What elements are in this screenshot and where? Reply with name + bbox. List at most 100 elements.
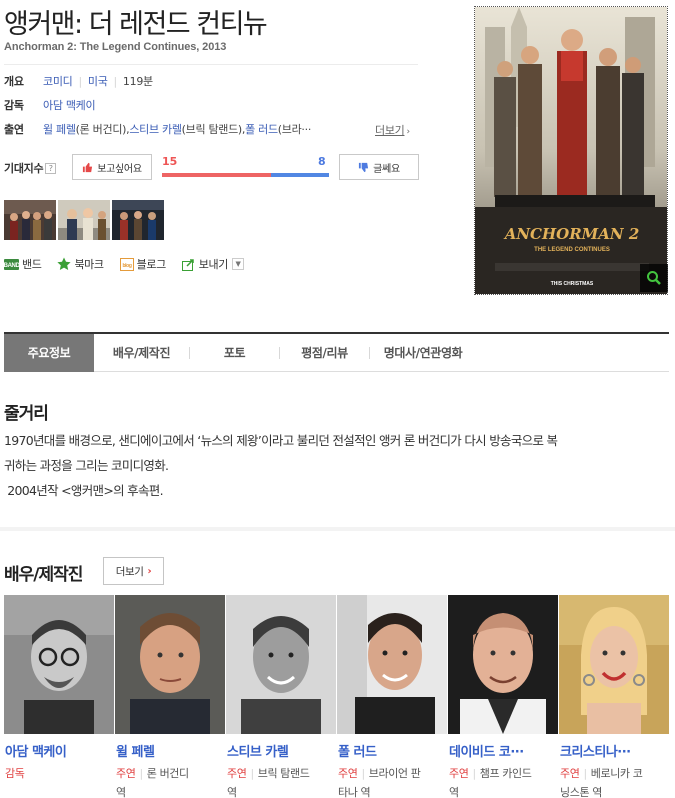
synopsis-heading: 줄거리 xyxy=(4,404,49,424)
send-label: 보내기 xyxy=(198,258,229,271)
separator: | xyxy=(78,74,82,88)
person-photo[interactable] xyxy=(448,595,558,734)
tab-main-info[interactable]: 주요정보 xyxy=(4,333,94,372)
want-count: 15 xyxy=(162,155,178,168)
character-suffix: 역 xyxy=(449,786,459,798)
expectation-bar xyxy=(162,173,329,177)
star-icon xyxy=(57,257,72,270)
poster-release: THIS CHRISTMAS xyxy=(551,281,594,287)
bookmark-label: 북마크 xyxy=(74,258,104,271)
character-name: 브릭 탐랜드 xyxy=(257,767,310,780)
person-name[interactable]: 아담 맥케이 xyxy=(4,741,112,760)
chevron-right-icon: › xyxy=(406,127,410,137)
person-role: 주연 | 브릭 탐랜드 역 xyxy=(227,767,310,798)
character-suffix: 타나 역 xyxy=(338,786,371,798)
want-to-see-button[interactable]: 보고싶어요 xyxy=(72,154,152,180)
cast-card: 스티브 카렐 주연 | 브릭 탐랜드 역 xyxy=(226,595,337,798)
cast-more-label: 더보기 xyxy=(115,565,144,578)
want-label: 보고싶어요 xyxy=(97,163,142,175)
cast-card: 윌 페렐 주연 | 론 버건디 역 xyxy=(115,595,226,798)
person-name[interactable]: 크리스티나··· xyxy=(559,741,667,760)
director-link[interactable]: 아담 맥케이 xyxy=(43,97,96,113)
band-icon: BAND xyxy=(4,258,19,270)
chevron-right-icon: › xyxy=(147,565,152,577)
person-role: 주연 | 브라이언 판 타나 역 xyxy=(338,767,421,798)
role-type: 주연 xyxy=(338,767,358,780)
cast-role-1: (론 버건디) xyxy=(75,123,127,136)
person-name[interactable]: 폴 러드 xyxy=(337,741,445,760)
blog-share-button[interactable]: blog 블로그 xyxy=(119,256,167,272)
blog-icon: blog xyxy=(119,257,134,271)
person-photo[interactable] xyxy=(559,595,669,734)
cast-link-3[interactable]: 폴 러드 xyxy=(245,121,278,137)
person-role: 감독 xyxy=(4,764,110,783)
poster-subtitle: THE LEGEND CONTINUES xyxy=(534,247,610,253)
magnifier-icon xyxy=(647,271,661,285)
share-bar: BAND 밴드 북마크 blog 블로그 보내기 ▼ xyxy=(4,256,244,272)
stills-strip xyxy=(4,200,164,240)
country-link[interactable]: 미국 xyxy=(88,73,108,89)
person-name[interactable]: 데이비드 코··· xyxy=(448,741,556,760)
cast-link-1[interactable]: 윌 페렐 xyxy=(43,121,76,137)
role-type: 감독 xyxy=(5,767,25,780)
cast-role-2: (브릭 탐랜드) xyxy=(181,123,243,136)
person-role: 주연 | 챔프 카인드 역 xyxy=(449,767,532,798)
runtime: 119분 xyxy=(122,75,153,88)
cast-role-3: (브라··· xyxy=(277,123,312,136)
person-photo[interactable] xyxy=(4,595,114,734)
cast-more-button[interactable]: 더보기 › xyxy=(103,557,164,585)
send-button[interactable]: 보내기 xyxy=(181,256,229,272)
blog-label: 블로그 xyxy=(136,258,167,271)
role-type: 주연 xyxy=(560,767,580,780)
cast-list: 아담 맥케이 감독 윌 페렐 주연 | 론 버건디 역 스티브 카렐 주연 | 브릭 탐랜… xyxy=(4,595,670,798)
person-role: 주연 | 론 버건디 역 xyxy=(116,767,189,798)
movie-poster[interactable]: ANCHORMAN 2 THE LEGEND CONTINUES THIS CH… xyxy=(474,6,668,295)
send-icon xyxy=(181,258,194,271)
tab-bar: 주요정보 배우/제작진 포토 평점/리뷰 명대사/연관영화 xyxy=(4,332,669,372)
poster-title: ANCHORMAN 2 xyxy=(503,225,640,243)
more-label: 더보기 xyxy=(375,124,405,137)
no-count: 8 xyxy=(318,155,326,168)
cast-card: 폴 러드 주연 | 브라이언 판 타나 역 xyxy=(337,595,448,798)
cast-row: 출연 윌 페렐 (론 버건디), 스티브 카렐 (브릭 탐랜드), 폴 러드 (… xyxy=(4,121,312,137)
still-image-1[interactable] xyxy=(4,200,56,240)
bookmark-button[interactable]: 북마크 xyxy=(57,256,104,272)
expectation-bar-fill xyxy=(162,173,271,177)
character-name: 론 버건디 xyxy=(146,767,189,780)
svg-text:BAND: BAND xyxy=(4,263,19,269)
tab-cast-crew[interactable]: 배우/제작진 xyxy=(94,334,189,372)
band-share-button[interactable]: BAND 밴드 xyxy=(4,256,42,272)
person-name[interactable]: 윌 페렐 xyxy=(115,741,223,760)
person-photo[interactable] xyxy=(226,595,336,734)
cast-link-2[interactable]: 스티브 카렐 xyxy=(129,121,182,137)
help-icon[interactable]: ? xyxy=(45,163,57,174)
director-row: 감독 아담 맥케이 xyxy=(4,97,96,113)
still-image-2[interactable] xyxy=(58,200,110,240)
character-suffix: 닝스톤 역 xyxy=(560,786,602,798)
person-name[interactable]: 스티브 카렐 xyxy=(226,741,334,760)
header-divider xyxy=(4,64,418,65)
character-name: 챔프 카인드 xyxy=(479,767,532,780)
tab-ratings-reviews[interactable]: 평점/리뷰 xyxy=(280,334,369,372)
expectation-label: 기대지수? xyxy=(4,160,57,176)
tab-photo[interactable]: 포토 xyxy=(190,334,279,372)
no-label: 글쎄요 xyxy=(373,163,400,175)
person-photo[interactable] xyxy=(115,595,225,734)
genre-link[interactable]: 코미디 xyxy=(43,73,73,89)
thumbs-down-icon xyxy=(359,162,369,172)
person-photo[interactable] xyxy=(337,595,447,734)
still-image-3[interactable] xyxy=(112,200,164,240)
character-suffix: 역 xyxy=(116,786,126,798)
band-label: 밴드 xyxy=(22,258,42,271)
poster-art: ANCHORMAN 2 THE LEGEND CONTINUES THIS CH… xyxy=(475,7,667,294)
cast-more-link[interactable]: 더보기 › xyxy=(375,122,410,138)
zoom-button[interactable] xyxy=(640,264,668,292)
not-sure-button[interactable]: 글쎄요 xyxy=(339,154,419,180)
synopsis-line: 2004년작 <앵커맨>의 후속편. xyxy=(4,483,163,498)
overview-label: 개요 xyxy=(4,75,24,88)
synopsis-line: 귀하는 과정을 그리는 코미디영화. xyxy=(4,458,169,473)
tab-quotes-related[interactable]: 명대사/연관영화 xyxy=(370,334,476,372)
character-name: 브라이언 판 xyxy=(368,767,421,780)
person-role: 주연 | 베로니카 코 닝스톤 역 xyxy=(560,767,643,798)
dropdown-arrow-icon[interactable]: ▼ xyxy=(231,258,244,270)
